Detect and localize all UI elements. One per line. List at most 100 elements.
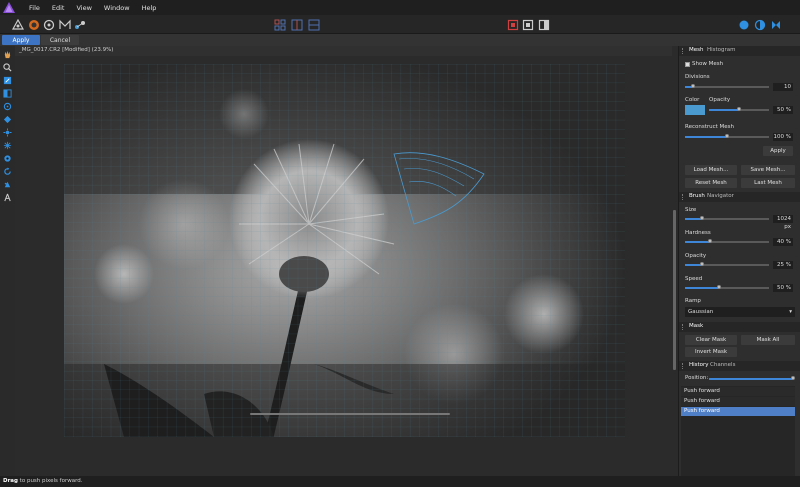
reconstruct-slider-fill <box>685 136 727 138</box>
menu-window[interactable]: Window <box>104 4 130 12</box>
position-label: Position: <box>685 375 709 381</box>
twirl-tool-icon[interactable] <box>2 101 13 112</box>
show-mask-icon[interactable] <box>520 17 535 32</box>
photo-persona-icon[interactable] <box>10 17 25 32</box>
load-mesh-button[interactable]: Load Mesh... <box>685 165 737 175</box>
tab-mask[interactable]: Mask <box>689 323 703 329</box>
vertical-scrollbar[interactable] <box>673 210 676 370</box>
zoom-tool-icon[interactable] <box>2 62 13 73</box>
color-label: Color <box>685 97 700 103</box>
turbulence-tool-icon[interactable] <box>2 140 13 151</box>
panel-grip-icon <box>682 363 684 369</box>
document-tab[interactable]: _MG_0017.CR2 [Modified] (23.9%) <box>15 46 672 56</box>
hand-tool-icon[interactable] <box>2 49 13 60</box>
develop-persona-icon[interactable] <box>41 17 56 32</box>
tab-brush[interactable]: Brush <box>689 193 705 199</box>
hardness-label: Hardness <box>685 230 711 236</box>
tab-mesh[interactable]: Mesh <box>689 47 703 53</box>
history-item[interactable]: Push forward <box>681 387 795 396</box>
speed-label: Speed <box>685 276 703 282</box>
status-bold: Drag <box>3 478 18 484</box>
tab-channels[interactable]: Channels <box>710 362 735 368</box>
thistle-photo <box>64 64 625 437</box>
divisions-slider[interactable] <box>685 86 769 88</box>
show-mesh-checkbox[interactable] <box>685 62 690 67</box>
ramp-select[interactable]: Gaussian ▾ <box>685 307 795 317</box>
speed-slider-fill <box>685 287 719 289</box>
reconstruct-value[interactable]: 100 % <box>773 133 793 141</box>
panel-grip-icon <box>682 194 684 200</box>
menu-edit[interactable]: Edit <box>52 4 65 12</box>
brush-opacity-slider-knob[interactable] <box>700 262 704 266</box>
status-message: to push pixels forward. <box>17 478 83 484</box>
split-view-icon[interactable] <box>289 17 304 32</box>
tab-history[interactable]: History <box>689 362 709 368</box>
hardness-slider-knob[interactable] <box>708 239 712 243</box>
history-item[interactable]: Push forward <box>681 397 795 406</box>
export-persona-icon[interactable] <box>72 17 87 32</box>
ramp-select-value: Gaussian <box>688 309 714 315</box>
invert-mask-button[interactable]: Invert Mask <box>685 347 737 357</box>
document-title: _MG_0017.CR2 [Modified] (23.9%) <box>19 47 114 53</box>
mirror-view-icon[interactable] <box>306 17 321 32</box>
ramp-label: Ramp <box>685 298 701 304</box>
speed-value[interactable]: 50 % <box>773 284 793 292</box>
view-options-icon[interactable] <box>752 17 767 32</box>
cancel-button[interactable]: Cancel <box>41 35 79 45</box>
history-position-knob[interactable] <box>791 376 795 380</box>
pin-tool-icon[interactable] <box>2 153 13 164</box>
history-panel-tabs: History Channels <box>679 361 800 371</box>
mask-panel-tabs: Mask <box>679 322 800 332</box>
brush-panel-tabs: Brush Navigator <box>679 192 800 202</box>
push-forward-tool-icon[interactable] <box>2 75 13 86</box>
tone-mapping-persona-icon[interactable] <box>57 17 72 32</box>
divisions-slider-knob[interactable] <box>691 84 695 88</box>
menu-file[interactable]: File <box>29 4 40 12</box>
opacity-value[interactable]: 50 % <box>773 106 793 114</box>
brush-opacity-value[interactable]: 25 % <box>773 261 793 269</box>
reset-mesh-button[interactable]: Reset Mesh <box>685 178 737 188</box>
hardness-value[interactable]: 40 % <box>773 238 793 246</box>
size-value[interactable]: 1024 px <box>773 215 793 230</box>
panel-grip-icon <box>682 324 684 330</box>
speed-slider-knob[interactable] <box>717 285 721 289</box>
tools-panel <box>0 46 15 476</box>
opacity-label: Opacity <box>709 97 731 103</box>
right-panel: Mesh Histogram Show Mesh Divisions 10 Co… <box>678 46 800 476</box>
menu-help[interactable]: Help <box>142 4 157 12</box>
size-slider-knob[interactable] <box>700 216 704 220</box>
opacity-slider-knob[interactable] <box>737 107 741 111</box>
save-mesh-button[interactable]: Save Mesh... <box>741 165 795 175</box>
liquify-persona-icon[interactable] <box>26 17 41 32</box>
mask-all-button[interactable]: Mask All <box>741 335 795 345</box>
snapping-icon[interactable] <box>768 17 783 32</box>
punch-tool-icon[interactable] <box>2 127 13 138</box>
assistant-icon[interactable] <box>736 17 751 32</box>
thaw-tool-icon[interactable] <box>2 192 13 203</box>
photo-canvas[interactable] <box>64 64 625 437</box>
canvas-area[interactable] <box>15 56 672 467</box>
last-mesh-button[interactable]: Last Mesh <box>741 178 795 188</box>
mask-mode-icon[interactable] <box>505 17 520 32</box>
pinch-tool-icon[interactable] <box>2 114 13 125</box>
horizontal-scrollbar[interactable] <box>250 413 450 415</box>
history-item[interactable]: Push forward <box>681 407 795 416</box>
grid-view-icon[interactable] <box>272 17 287 32</box>
tab-histogram[interactable]: Histogram <box>707 47 736 53</box>
size-label: Size <box>685 207 697 213</box>
divisions-value[interactable]: 10 <box>773 83 793 91</box>
menu-view[interactable]: View <box>76 4 91 12</box>
reconstruct-tool-icon[interactable] <box>2 166 13 177</box>
reconstruct-slider-knob[interactable] <box>725 134 729 138</box>
tab-navigator[interactable]: Navigator <box>707 193 734 199</box>
apply-button[interactable]: Apply <box>2 35 40 45</box>
mesh-color-swatch[interactable] <box>685 105 705 115</box>
reconstruct-apply-button[interactable]: Apply <box>763 146 793 156</box>
show-mesh-label: Show Mesh <box>692 61 724 67</box>
brush-opacity-label: Opacity <box>685 253 707 259</box>
clear-mask-button[interactable]: Clear Mask <box>685 335 737 345</box>
push-left-tool-icon[interactable] <box>2 88 13 99</box>
freeze-tool-icon[interactable] <box>2 179 13 190</box>
panel-grip-icon <box>682 48 684 54</box>
mask-overlay-icon[interactable] <box>536 17 551 32</box>
